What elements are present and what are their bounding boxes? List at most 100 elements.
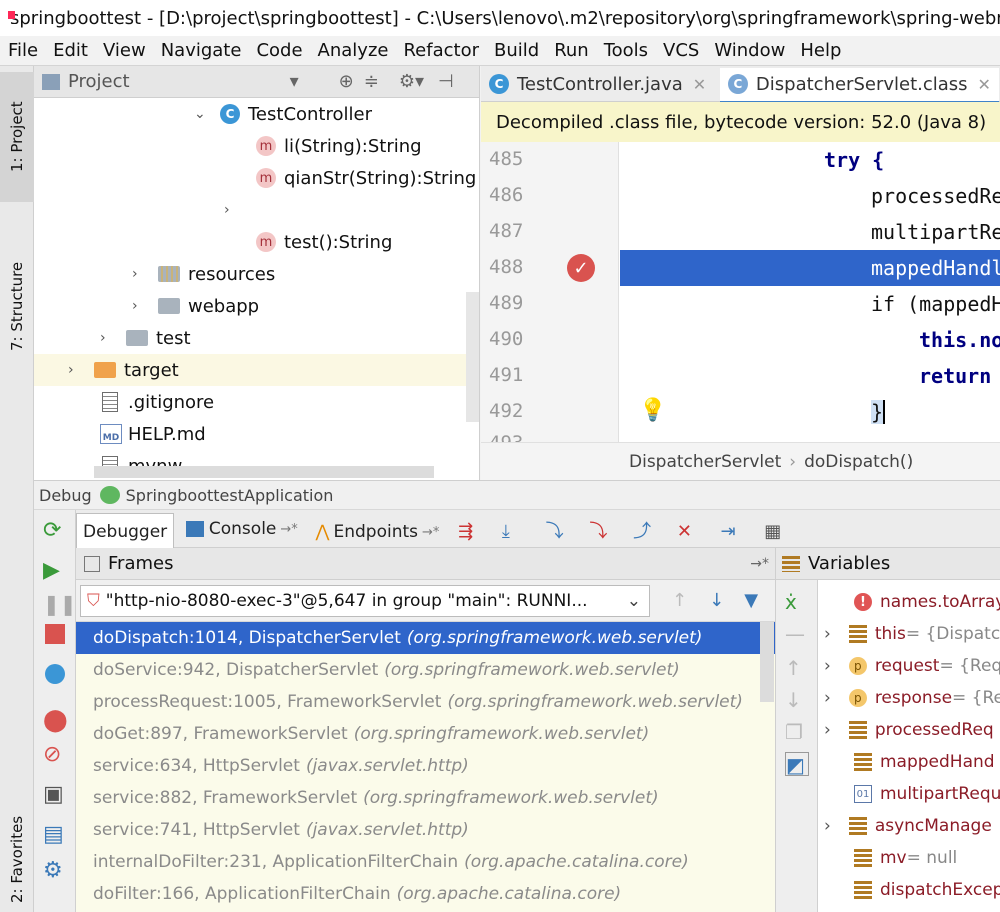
variable-row[interactable]: › p response = {Re — [818, 682, 1000, 714]
tab-dispatcherservlet-class[interactable]: C DispatcherServlet.class ✕ — [719, 67, 999, 104]
variable-row[interactable]: dispatchExcep — [818, 874, 1000, 906]
hide-panel-icon[interactable]: →* — [750, 556, 769, 572]
project-panel-title[interactable]: Project — [68, 71, 130, 92]
chevron-right-icon[interactable]: › — [132, 267, 146, 281]
editor-gutter[interactable]: 485 486 487 488 489 490 491 492 493 ✓ 💡 — [481, 142, 666, 454]
copy-icon[interactable]: ❐ — [785, 720, 809, 744]
variable-row[interactable]: › p request = {Req — [818, 650, 1000, 682]
menu-navigate[interactable]: Navigate — [161, 40, 242, 61]
frame-row[interactable]: doGet:897, FrameworkServlet (org.springf… — [76, 718, 775, 750]
variable-row[interactable]: › this = {Dispatc — [818, 618, 1000, 650]
project-horizontal-scrollbar[interactable] — [94, 466, 434, 478]
menu-analyze[interactable]: Analyze — [318, 40, 389, 61]
chevron-right-icon[interactable]: › — [68, 363, 82, 377]
chevron-down-icon[interactable]: ▾ — [290, 71, 299, 92]
breakpoints-icon[interactable]: ⬤ — [43, 708, 68, 733]
evaluate-icon[interactable]: ẋ — [785, 590, 809, 614]
run-configuration-name[interactable]: SpringboottestApplication — [126, 486, 334, 505]
camera-icon[interactable]: ▣ — [43, 782, 67, 807]
chevron-right-icon[interactable]: › — [224, 203, 238, 217]
code-line-490[interactable]: this.no — [620, 322, 1000, 358]
tree-item-testcontroller[interactable]: ⌄ C TestController — [194, 98, 372, 130]
menu-tools[interactable]: Tools — [604, 40, 648, 61]
evaluate-expression-icon[interactable]: ▦ — [764, 521, 788, 543]
menu-code[interactable]: Code — [256, 40, 302, 61]
project-scrollbar[interactable] — [466, 292, 479, 422]
arrow-up-icon[interactable]: ↑ — [672, 590, 687, 611]
rerun-icon[interactable]: ⟳ — [43, 518, 67, 543]
variable-row[interactable]: mv = null — [818, 842, 957, 874]
chevron-right-icon[interactable]: › — [132, 299, 146, 313]
frame-row[interactable]: service:741, HttpServlet (javax.servlet.… — [76, 814, 775, 846]
tab-favorites-tool[interactable]: 2: Favorites — [0, 806, 34, 912]
code-line-488-current[interactable]: mappedHandl — [620, 250, 1000, 286]
hide-icon[interactable]: ⊣ — [438, 71, 454, 92]
frame-row[interactable]: doFilter:166, ApplicationFilterChain (or… — [76, 878, 775, 910]
tab-debugger[interactable]: Debugger — [76, 512, 175, 551]
stop-icon[interactable] — [45, 624, 65, 644]
menu-refactor[interactable]: Refactor — [403, 40, 479, 61]
code-line-491[interactable]: return — [620, 358, 1000, 394]
pause-icon[interactable]: ❚❚ — [43, 592, 77, 616]
chevron-right-icon[interactable]: › — [824, 624, 831, 644]
menu-build[interactable]: Build — [494, 40, 539, 61]
tree-item-target[interactable]: › target — [34, 354, 466, 386]
show-execution-point-icon[interactable]: ⇶ — [458, 521, 482, 543]
tree-item-help-md[interactable]: MD HELP.md — [100, 418, 206, 450]
tree-item-test[interactable]: › test — [100, 322, 191, 354]
tree-item-gitignore[interactable]: .gitignore — [102, 386, 214, 418]
filter-icon[interactable]: ▼ — [744, 590, 758, 611]
thread-select[interactable]: ⛉ "http-nio-8080-exec-3"@5,647 in group … — [80, 584, 650, 617]
menu-help[interactable]: Help — [800, 40, 841, 61]
menu-view[interactable]: View — [103, 40, 146, 61]
frame-row[interactable]: service:634, HttpServlet (javax.servlet.… — [76, 750, 775, 782]
code-line-489[interactable]: if (mappedH — [620, 286, 1000, 322]
breadcrumb-method[interactable]: doDispatch() — [804, 452, 913, 472]
tree-item-method-test[interactable]: m test():String — [256, 226, 392, 258]
chevron-down-icon[interactable]: ⌄ — [194, 107, 208, 121]
tree-item-collapsed[interactable]: › — [224, 194, 250, 226]
collapse-all-icon[interactable]: ≑ — [364, 71, 379, 92]
frames-scrollbar[interactable] — [760, 622, 774, 702]
gear-icon[interactable]: ⚙▾ — [399, 71, 424, 92]
breadcrumb-class[interactable]: DispatcherServlet — [629, 452, 781, 472]
menu-file[interactable]: File — [8, 40, 38, 61]
chevron-right-icon[interactable]: › — [824, 816, 831, 836]
menu-edit[interactable]: Edit — [53, 40, 88, 61]
code-line-492[interactable]: } — [620, 394, 1000, 430]
tree-item-webapp[interactable]: › webapp — [132, 290, 259, 322]
step-out-icon[interactable]: ⤴ — [633, 517, 657, 542]
tree-item-resources[interactable]: › resources — [132, 258, 275, 290]
show-watches-icon[interactable]: ◩ — [785, 752, 809, 777]
code-line-487[interactable]: multipartRe — [620, 214, 1000, 250]
variable-row[interactable]: 01 multipartRequ — [818, 778, 1000, 810]
arrow-down-icon[interactable]: ↓ — [709, 590, 724, 611]
chevron-right-icon[interactable]: › — [824, 720, 831, 740]
frame-row[interactable]: processRequest:1005, FrameworkServlet (o… — [76, 686, 775, 718]
menu-vcs[interactable]: VCS — [663, 40, 699, 61]
variable-row[interactable]: ! names.toArray — [818, 586, 1000, 618]
move-up-icon[interactable]: ↑ — [785, 656, 809, 680]
remove-watch-icon[interactable]: — — [785, 622, 809, 646]
layout-icon[interactable]: ▤ — [43, 822, 67, 847]
menu-run[interactable]: Run — [554, 40, 589, 61]
frame-row[interactable]: doService:942, DispatcherServlet (org.sp… — [76, 654, 775, 686]
locate-icon[interactable]: ⊕ — [339, 71, 354, 92]
settings-icon[interactable]: ⚙ — [43, 858, 67, 883]
chevron-right-icon[interactable]: › — [100, 331, 114, 345]
tree-item-method-li[interactable]: m li(String):String — [256, 130, 422, 162]
frame-row[interactable]: doDispatch:1014, DispatcherServlet (org.… — [76, 622, 775, 654]
tab-project-tool[interactable]: 1: Project — [0, 72, 34, 202]
view-breakpoints-icon[interactable] — [45, 664, 65, 684]
variable-row[interactable]: mappedHand — [818, 746, 995, 778]
tab-structure-tool[interactable]: 7: Structure — [0, 206, 34, 406]
variable-row[interactable]: › asyncManage — [818, 810, 992, 842]
tab-endpoints[interactable]: ⋀ Endpoints →* — [310, 513, 446, 551]
mute-breakpoints-icon[interactable]: ⊘ — [43, 742, 67, 767]
step-into-icon[interactable]: ⤵ — [546, 517, 570, 542]
move-down-icon[interactable]: ↓ — [785, 688, 809, 712]
close-icon[interactable]: ✕ — [978, 75, 991, 94]
variable-row[interactable]: › processedReq — [818, 714, 994, 746]
tab-console[interactable]: Console →* — [180, 510, 304, 548]
chevron-right-icon[interactable]: › — [824, 656, 831, 676]
